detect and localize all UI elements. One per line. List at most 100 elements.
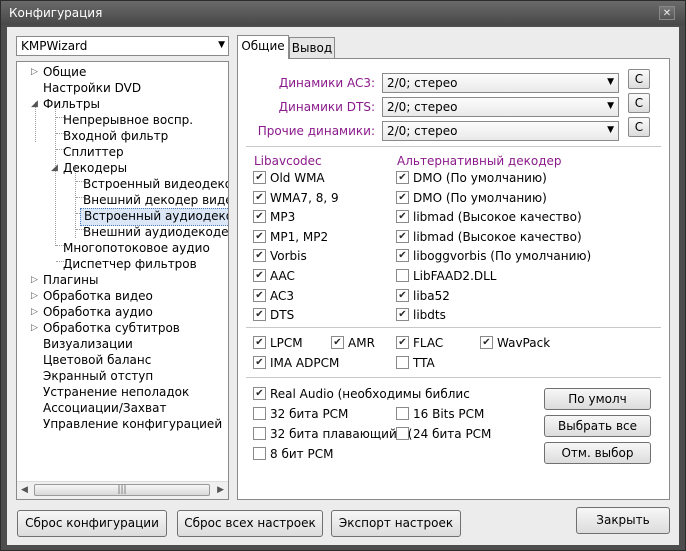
checkbox-box[interactable] (253, 427, 266, 440)
libavcodec-checkbox[interactable]: ✔ Old WMA (253, 170, 325, 186)
reset-all-button[interactable]: Сброс всех настроек (177, 510, 323, 537)
checkbox-box[interactable] (253, 447, 266, 460)
checkbox-box[interactable]: ✔ (331, 336, 344, 349)
checkbox-box[interactable]: ✔ (396, 249, 409, 263)
collapse-icon[interactable]: ◢ (31, 96, 38, 112)
alt-decoder-checkbox[interactable]: ✔ liba52 (396, 288, 450, 304)
dts-speakers-select[interactable]: 2/0; стерео ▼ (382, 97, 619, 117)
tree-item-subtitle-processing[interactable]: ▷ Обработка субтитров (31, 320, 180, 336)
misc-format-checkbox[interactable]: 24 бита PCM (396, 426, 491, 442)
expand-icon[interactable]: ▷ (31, 64, 38, 80)
checkbox-box[interactable]: ✔ (396, 308, 409, 322)
tree-item-filters[interactable]: ◢ Фильтры (31, 96, 100, 112)
collapse-icon[interactable]: ◢ (51, 160, 58, 176)
tree-item-visualizations[interactable]: Визуализации (43, 336, 133, 352)
tree-item-splitter[interactable]: Сплиттер (63, 144, 124, 160)
preset-select[interactable]: KMPWizard ▼ (16, 36, 229, 56)
title-bar[interactable]: Конфигурация ✕ (1, 1, 685, 25)
tree-item-plugins[interactable]: ▷ Плагины (31, 272, 98, 288)
ac3-config-button[interactable]: C (628, 69, 650, 89)
libavcodec-checkbox[interactable]: ✔ WMA7, 8, 9 (253, 190, 339, 206)
tree-item-associations[interactable]: Ассоциации/Захват (43, 400, 166, 416)
lossless-checkbox[interactable]: ✔ AMR (331, 335, 375, 351)
tree-item-audio-processing[interactable]: ▷ Обработка аудио (31, 304, 153, 320)
tree-horizontal-scrollbar[interactable]: ◀ ||| ▶ (17, 481, 228, 499)
export-settings-button[interactable]: Экспорт настроек (331, 510, 461, 537)
checkbox-box[interactable] (396, 407, 409, 420)
alt-decoder-checkbox[interactable]: LibFAAD2.DLL (396, 268, 497, 284)
libavcodec-checkbox[interactable]: ✔ Vorbis (253, 248, 307, 264)
tree-item-filter-manager[interactable]: Диспетчер фильтров (63, 256, 197, 272)
checkbox-box[interactable]: ✔ (253, 387, 266, 400)
checkbox-box[interactable]: ✔ (253, 190, 266, 204)
dts-config-button[interactable]: C (628, 93, 650, 113)
tree-item-color-balance[interactable]: Цветовой баланс (43, 352, 151, 368)
close-icon[interactable]: ✕ (659, 6, 675, 20)
checkbox-box[interactable]: ✔ (396, 336, 409, 349)
tab-general[interactable]: Общие (237, 35, 289, 59)
tab-output[interactable]: Вывод (289, 37, 335, 59)
libavcodec-checkbox[interactable]: ✔ MP3 (253, 209, 295, 225)
checkbox-box[interactable]: ✔ (396, 171, 409, 184)
checkbox-box[interactable] (396, 356, 409, 369)
checkbox-box[interactable]: ✔ (396, 288, 409, 302)
expand-icon[interactable]: ▷ (31, 288, 38, 304)
reset-config-button[interactable]: Сброс конфигурации (17, 510, 167, 537)
select-all-button[interactable]: Выбрать все (544, 415, 651, 437)
lossless-checkbox[interactable]: ✔ FLAC (396, 335, 443, 351)
checkbox-box[interactable]: ✔ (253, 288, 266, 302)
misc-format-checkbox[interactable]: 32 бита PCM (253, 406, 348, 422)
other-config-button[interactable]: C (628, 117, 650, 137)
libavcodec-checkbox[interactable]: ✔ DTS (253, 307, 294, 323)
misc-format-checkbox[interactable]: 8 бит PCM (253, 446, 333, 462)
scroll-left-icon[interactable]: ◀ (21, 485, 28, 495)
tree-item-general[interactable]: ▷ Общие (31, 64, 86, 80)
checkbox-box[interactable]: ✔ (253, 356, 266, 369)
checkbox-box[interactable]: ✔ (396, 210, 409, 224)
libavcodec-checkbox[interactable]: ✔ AC3 (253, 288, 294, 304)
deselect-button[interactable]: Отм. выбор (544, 442, 651, 464)
checkbox-box[interactable] (253, 407, 266, 420)
default-button[interactable]: По умолч (544, 388, 651, 410)
checkbox-box[interactable]: ✔ (396, 229, 409, 243)
libavcodec-checkbox[interactable]: ✔ AAC (253, 268, 295, 284)
alt-decoder-checkbox[interactable]: ✔ libmad (Высокое качество) (396, 209, 582, 225)
lossless-checkbox[interactable]: ✔ IMA ADPCM (253, 355, 339, 371)
tree-item-multistream[interactable]: Многопотоковое аудио (63, 240, 210, 256)
tree-item-video-processing[interactable]: ▷ Обработка видео (31, 288, 153, 304)
alt-decoder-checkbox[interactable]: ✔ DMO (По умолчанию) (396, 170, 547, 186)
tree-item-external-audio[interactable]: Внешний аудиодекодер (83, 224, 228, 240)
alt-decoder-checkbox[interactable]: ✔ DMO (По умолчанию) (396, 190, 547, 206)
tree-item-input-filter[interactable]: Входной фильтр (63, 128, 168, 144)
checkbox-box[interactable]: ✔ (253, 336, 266, 349)
lossless-checkbox[interactable]: ✔ WavPack (480, 335, 550, 351)
alt-decoder-checkbox[interactable]: ✔ liboggvorbis (По умолчанию) (396, 248, 591, 264)
checkbox-box[interactable]: ✔ (253, 171, 266, 184)
settings-tree[interactable]: ▷ Общие Настройки DVD ◢ Фильтры Непрерывно… (16, 61, 229, 500)
lossless-checkbox[interactable]: TTA (396, 355, 435, 371)
scroll-thumb[interactable]: ||| (34, 484, 210, 496)
tree-item-config-management[interactable]: Управление конфигурацией (43, 416, 222, 432)
checkbox-box[interactable]: ✔ (253, 210, 266, 224)
misc-format-checkbox[interactable]: 16 Bits PCM (396, 406, 484, 422)
checkbox-box[interactable] (396, 269, 409, 282)
expand-icon[interactable]: ▷ (31, 272, 38, 288)
checkbox-box[interactable]: ✔ (253, 269, 266, 282)
checkbox-box[interactable]: ✔ (253, 308, 266, 322)
libavcodec-checkbox[interactable]: ✔ MP1, MP2 (253, 229, 328, 245)
alt-decoder-checkbox[interactable]: ✔ libdts (396, 307, 446, 323)
ac3-speakers-select[interactable]: 2/0; стерео ▼ (382, 73, 619, 93)
tree-item-screen-margin[interactable]: Экранный отступ (43, 368, 153, 384)
tree-item-external-video[interactable]: Внешний декодер видео (83, 192, 228, 208)
tree-item-decoders[interactable]: ◢ Декодеры (51, 160, 127, 176)
tree-item-continuous[interactable]: Непрерывное воспр. (63, 112, 193, 128)
other-speakers-select[interactable]: 2/0; стерео ▼ (382, 121, 619, 141)
checkbox-box[interactable]: ✔ (253, 249, 266, 263)
close-button[interactable]: Закрыть (576, 507, 670, 534)
tree-item-builtin-video[interactable]: Встроенный видеодекодер (83, 176, 228, 192)
checkbox-box[interactable]: ✔ (480, 336, 493, 349)
misc-format-checkbox[interactable]: ✔ Real Audio (необходимы библис (253, 386, 470, 402)
checkbox-box[interactable]: ✔ (253, 229, 266, 243)
expand-icon[interactable]: ▷ (31, 304, 38, 320)
tree-item-troubleshooting[interactable]: Устранение неполадок (43, 384, 189, 400)
